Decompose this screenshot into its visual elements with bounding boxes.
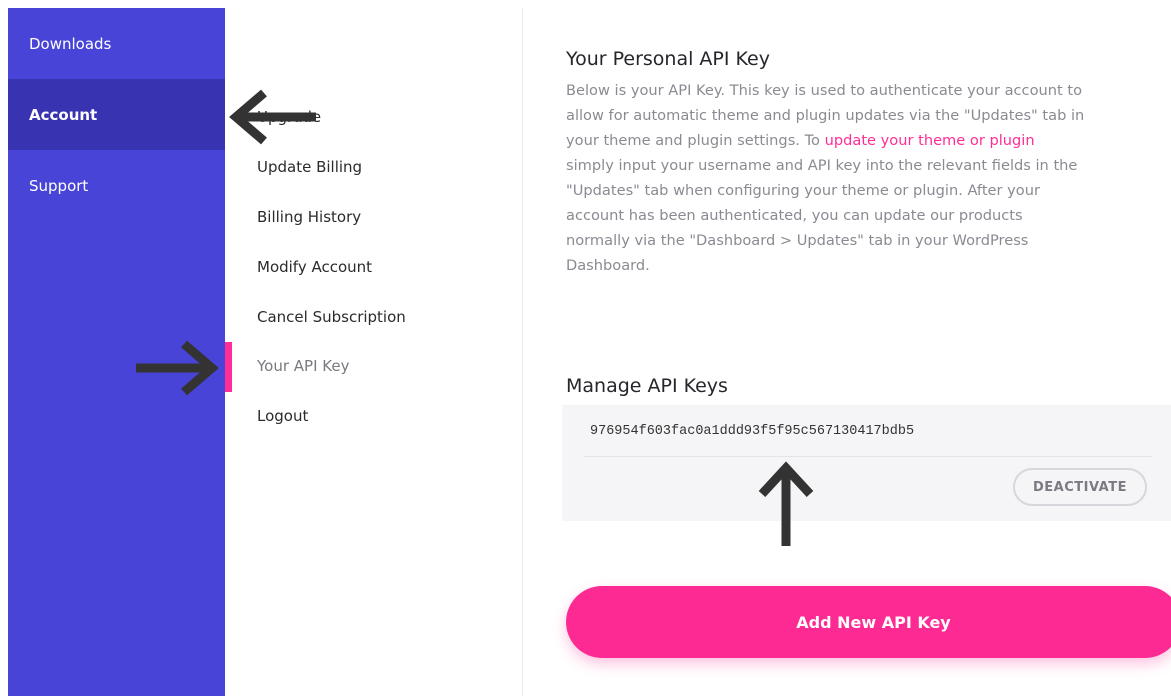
sidebar-item-label: Downloads — [29, 34, 112, 53]
description-line: simply input your username and API key i… — [566, 157, 1078, 174]
right-arrow-icon — [136, 340, 219, 396]
add-new-api-key-button[interactable]: Add New API Key — [566, 586, 1171, 658]
submenu-item-logout[interactable]: Logout — [257, 407, 308, 425]
active-menu-indicator — [225, 342, 232, 392]
left-arrow-icon — [229, 89, 316, 145]
description-line: allow for automatic theme and plugin upd… — [566, 107, 1085, 124]
description-line: normally via the "Dashboard > Updates" t… — [566, 232, 1029, 249]
api-key-card: 976954f603fac0a1ddd93f5f95c567130417bdb5… — [562, 405, 1171, 521]
description-line: Dashboard. — [566, 257, 650, 274]
description-line: account has been authenticated, you can … — [566, 207, 1023, 224]
submenu-item-cancel-subscription[interactable]: Cancel Subscription — [257, 308, 406, 326]
description-line: your theme and plugin settings. To updat… — [566, 128, 1166, 153]
api-key-description: Below is your API Key. This key is used … — [566, 78, 1166, 278]
api-key-value[interactable]: 976954f603fac0a1ddd93f5f95c567130417bdb5 — [590, 424, 914, 439]
description-line: "Updates" tab when configuring your them… — [566, 182, 1040, 199]
description-text: your theme and plugin settings. To — [566, 132, 825, 149]
deactivate-button[interactable]: DEACTIVATE — [1013, 468, 1147, 506]
sidebar-item-label: Account — [29, 105, 98, 124]
column-divider — [522, 8, 523, 696]
sidebar-item-account[interactable]: Account — [8, 79, 225, 150]
up-arrow-icon — [758, 461, 814, 546]
manage-keys-title: Manage API Keys — [566, 375, 728, 397]
description-line: Below is your API Key. This key is used … — [566, 82, 1083, 99]
submenu-item-billing-history[interactable]: Billing History — [257, 208, 361, 226]
page-title: Your Personal API Key — [566, 48, 770, 70]
sidebar-item-label: Support — [29, 176, 89, 195]
update-theme-link[interactable]: update your theme or plugin — [825, 132, 1035, 149]
sidebar-item-downloads[interactable]: Downloads — [8, 8, 225, 79]
sidebar-item-support[interactable]: Support — [8, 150, 225, 221]
submenu-item-update-billing[interactable]: Update Billing — [257, 158, 362, 176]
submenu-item-your-api-key[interactable]: Your API Key — [257, 357, 349, 375]
key-divider — [584, 456, 1152, 457]
submenu-item-modify-account[interactable]: Modify Account — [257, 258, 372, 276]
